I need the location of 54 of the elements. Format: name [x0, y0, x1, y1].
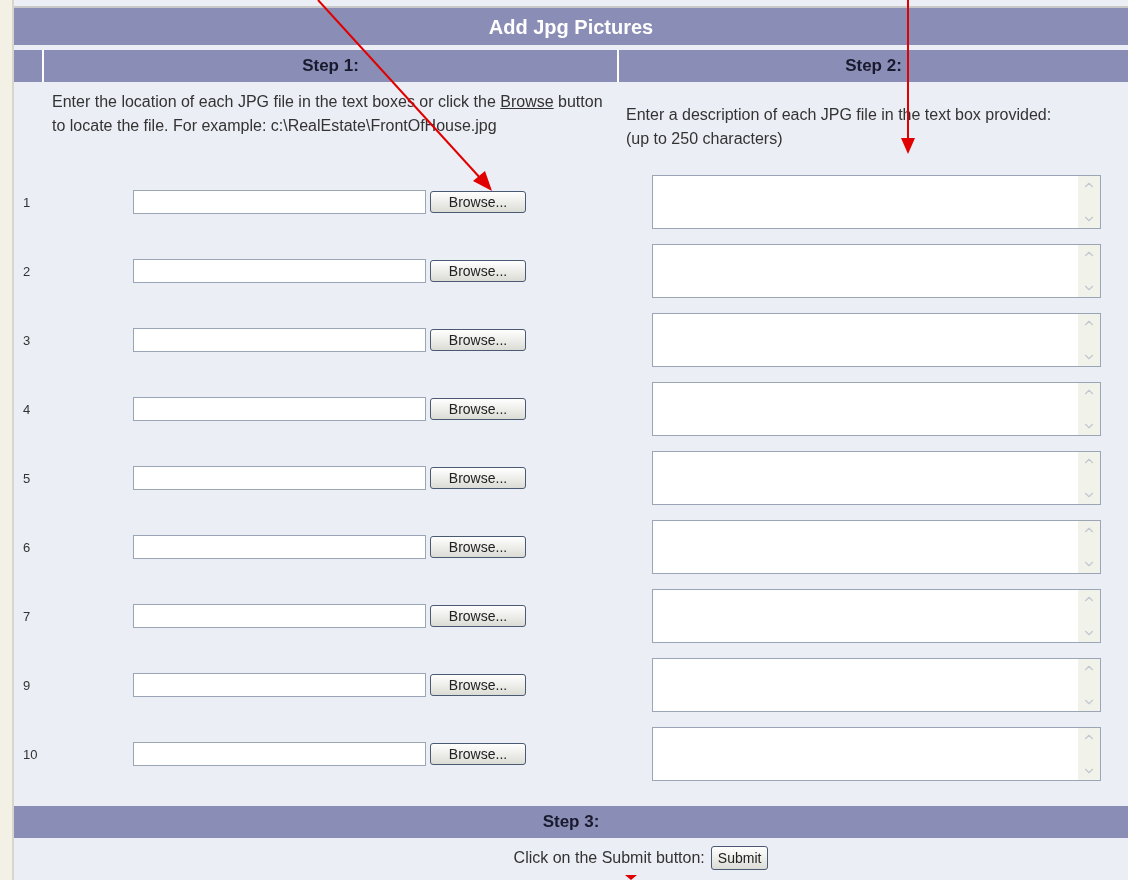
description-field[interactable]	[652, 243, 1101, 298]
description-field[interactable]	[652, 726, 1101, 781]
file-path-field[interactable]	[133, 741, 426, 766]
scrollbar[interactable]	[1078, 520, 1100, 573]
browse-button[interactable]: Browse...	[430, 604, 526, 627]
browse-button[interactable]: Browse...	[430, 328, 526, 351]
description-field[interactable]	[652, 174, 1101, 229]
browse-button[interactable]: Browse...	[430, 535, 526, 558]
scrollbar[interactable]	[1078, 313, 1100, 366]
header-cell	[14, 50, 42, 82]
submit-button[interactable]: Submit	[710, 846, 769, 870]
file-path-field[interactable]	[133, 258, 426, 283]
file-path-field[interactable]	[133, 327, 426, 352]
file-path-field[interactable]	[133, 603, 426, 628]
scrollbar[interactable]	[1078, 451, 1100, 504]
description-field[interactable]	[652, 657, 1101, 712]
browse-button[interactable]: Browse...	[430, 259, 526, 282]
browse-button[interactable]: Browse...	[430, 466, 526, 489]
file-path-field[interactable]	[133, 534, 426, 559]
browse-link[interactable]: Browse	[500, 93, 554, 110]
row-number: 5	[23, 470, 31, 486]
row-number: 6	[23, 539, 31, 555]
file-path-field[interactable]	[133, 465, 426, 490]
scrollbar[interactable]	[1078, 589, 1100, 642]
description-field[interactable]	[652, 588, 1101, 643]
description-field[interactable]	[652, 312, 1101, 367]
row-number: 2	[23, 263, 31, 279]
browse-button[interactable]: Browse...	[430, 190, 526, 213]
row-number: 7	[23, 608, 31, 624]
step-2-heading: Step 2:	[845, 55, 902, 78]
row-number: 1	[23, 194, 31, 210]
scrollbar[interactable]	[1078, 658, 1100, 711]
browse-button[interactable]: Browse...	[430, 673, 526, 696]
row-number: 9	[23, 677, 31, 693]
scrollbar[interactable]	[1078, 382, 1100, 435]
browse-button[interactable]: Browse...	[430, 742, 526, 765]
browse-button[interactable]: Browse...	[430, 397, 526, 420]
file-path-field[interactable]	[133, 189, 426, 214]
step-1-heading: Step 1:	[302, 55, 359, 78]
description-field[interactable]	[652, 381, 1101, 436]
step-3-heading: Step 3:	[542, 811, 600, 834]
annotation-arrowhead	[625, 875, 637, 880]
scrollbar[interactable]	[1078, 244, 1100, 297]
file-path-field[interactable]	[133, 672, 426, 697]
page-title: Add Jpg Pictures	[488, 14, 654, 40]
row-number: 3	[23, 332, 31, 348]
description-field[interactable]	[652, 450, 1101, 505]
row-number: 10	[23, 746, 38, 762]
scrollbar[interactable]	[1078, 175, 1100, 228]
file-path-field[interactable]	[133, 396, 426, 421]
scrollbar[interactable]	[1078, 727, 1100, 780]
submit-prompt: Click on the Submit button:	[513, 848, 705, 868]
row-number: 4	[23, 401, 31, 417]
description-field[interactable]	[652, 519, 1101, 574]
